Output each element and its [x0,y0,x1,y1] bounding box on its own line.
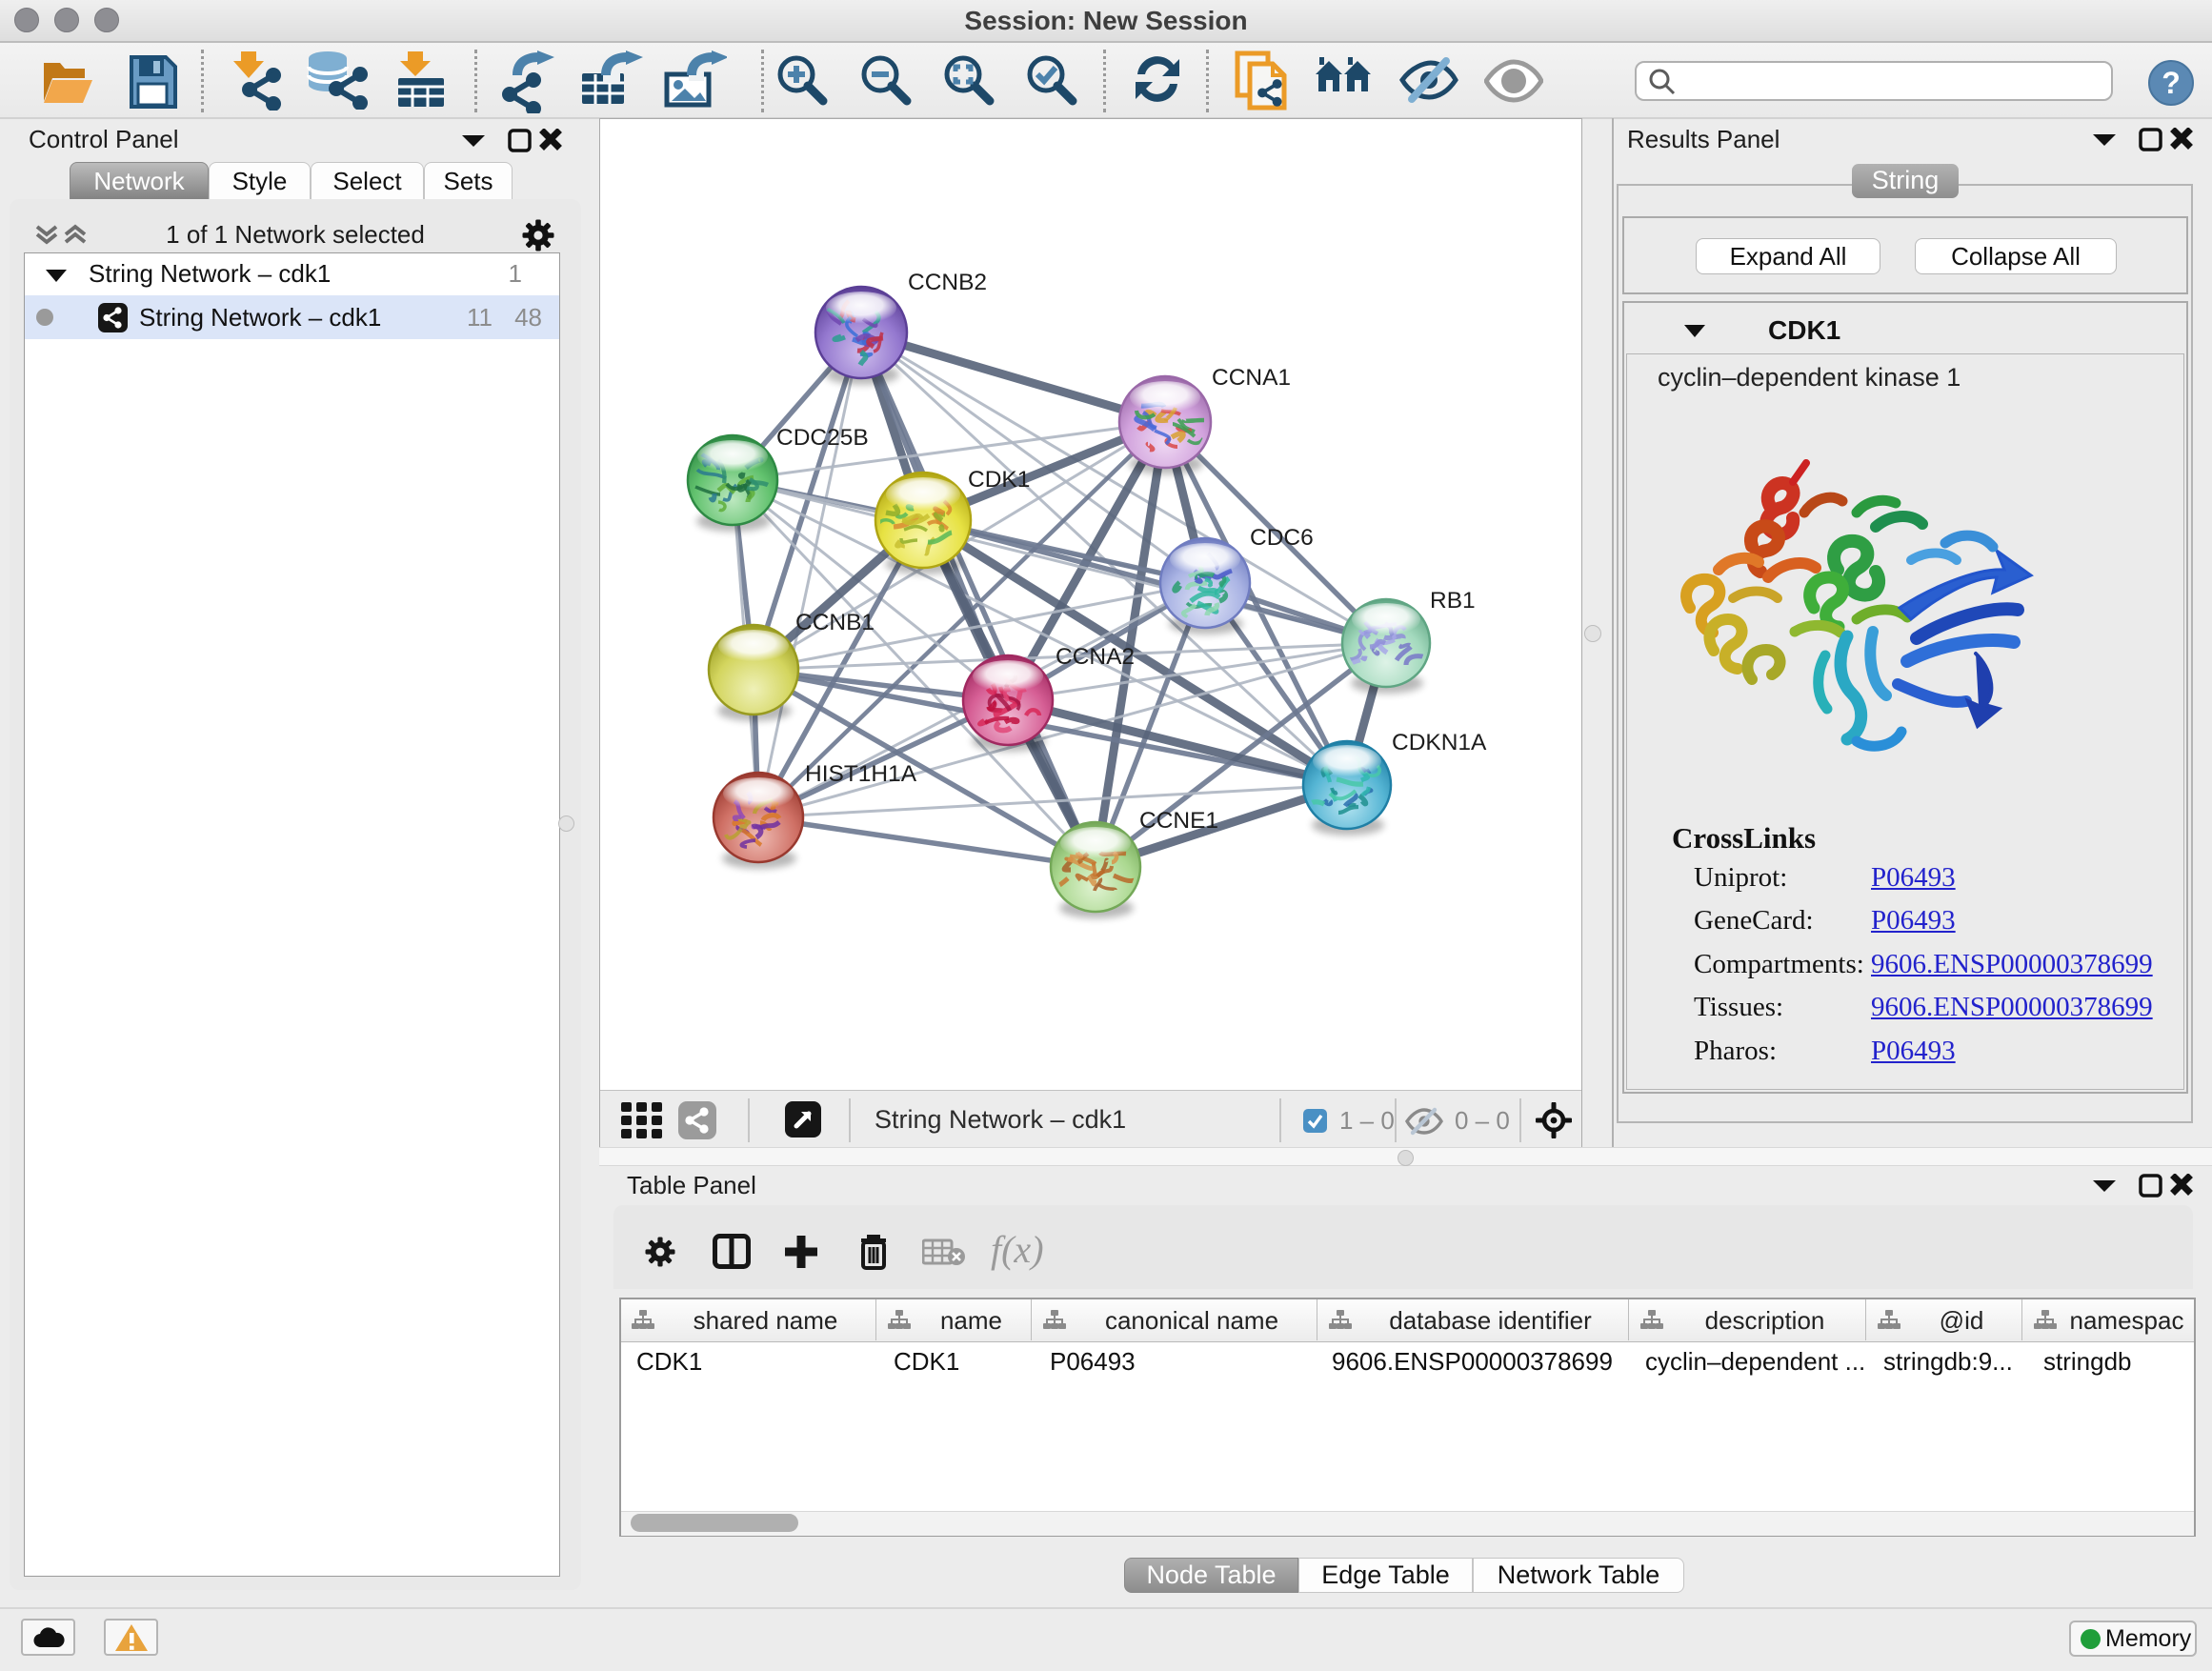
svg-text:CCNB1: CCNB1 [795,610,875,635]
svg-text:CDC6: CDC6 [1250,525,1314,551]
svg-text:RB1: RB1 [1430,588,1476,614]
svg-text:CDK1: CDK1 [968,467,1030,493]
svg-text:CCNA1: CCNA1 [1212,365,1291,391]
svg-text:CCNB2: CCNB2 [908,270,987,295]
svg-text:CCNA2: CCNA2 [1056,644,1135,670]
svg-text:HIST1H1A: HIST1H1A [805,761,917,787]
svg-text:CDC25B: CDC25B [776,425,869,451]
svg-text:CDKN1A: CDKN1A [1392,730,1487,755]
svg-text:CCNE1: CCNE1 [1139,808,1218,834]
